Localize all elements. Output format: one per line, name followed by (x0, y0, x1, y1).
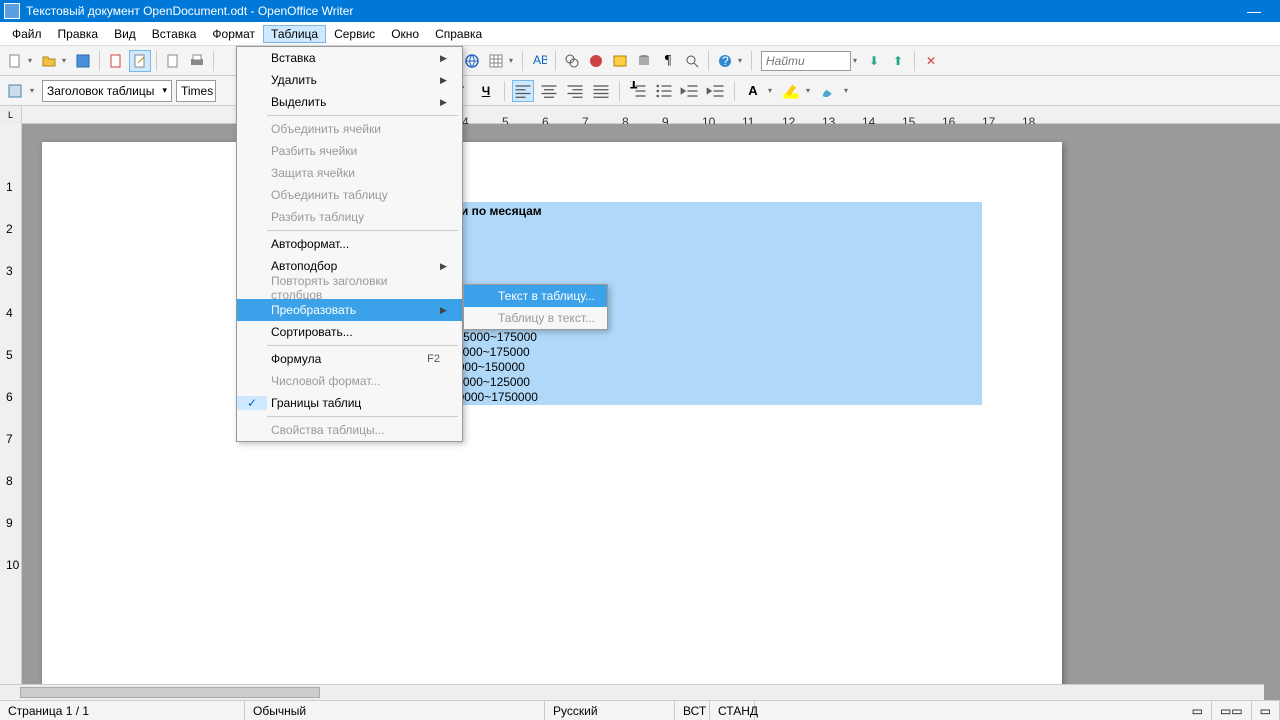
document-page[interactable]: рибыли организации по месяцам Расходы~Пр… (42, 142, 1062, 700)
view-multi-icon[interactable]: ▭▭ (1212, 701, 1252, 720)
menu-item: Защита ячейки (237, 162, 462, 184)
find-next-icon[interactable]: ⬆ (887, 50, 909, 72)
font-name-select[interactable]: Times (176, 80, 216, 102)
convert-submenu[interactable]: Текст в таблицу...Таблицу в текст... (463, 284, 608, 330)
paragraph-style-select[interactable]: Заголовок таблицы▾ (42, 80, 172, 102)
menu-item[interactable]: Выделить▶ (237, 91, 462, 113)
menu-insert[interactable]: Вставка (144, 25, 205, 43)
spellcheck-icon[interactable]: ABC (528, 50, 550, 72)
menu-item: Числовой формат... (237, 370, 462, 392)
menu-item[interactable]: Вставка▶ (237, 47, 462, 69)
menu-tools[interactable]: Сервис (326, 25, 383, 43)
menu-table[interactable]: Таблица (263, 25, 326, 43)
window-title: Текстовый документ OpenDocument.odt - Op… (26, 4, 1232, 18)
workspace: 12345678910 рибыли организации по месяца… (0, 124, 1280, 700)
title-bar: Текстовый документ OpenDocument.odt - Op… (0, 0, 1280, 22)
svg-text:?: ? (722, 54, 729, 68)
table-insert-icon[interactable] (485, 50, 507, 72)
indent-icon[interactable] (705, 80, 727, 102)
hyperlink-icon[interactable] (461, 50, 483, 72)
view-single-icon[interactable]: ▭ (1184, 701, 1212, 720)
menu-file[interactable]: Файл (4, 25, 50, 43)
view-book-icon[interactable]: ▭ (1252, 701, 1280, 720)
status-selmode[interactable]: СТАНД (710, 701, 755, 720)
style-value: Заголовок таблицы (47, 84, 154, 98)
standard-toolbar: ▾ ▾ ▾ ABC ¶ ?▾ ▾ ⬇ ⬆ ✕ (0, 46, 1280, 76)
font-color-icon[interactable]: A (742, 80, 764, 102)
horizontal-ruler: L 456789101112131415161718 (0, 106, 1280, 124)
horizontal-scrollbar[interactable] (0, 684, 1264, 700)
menu-item: Свойства таблицы... (237, 419, 462, 441)
menu-bar: Файл Правка Вид Вставка Формат Таблица С… (0, 22, 1280, 46)
font-value: Times (181, 84, 213, 98)
minimize-button[interactable]: — (1232, 3, 1276, 19)
export-pdf-icon[interactable] (105, 50, 127, 72)
close-find-icon[interactable]: ✕ (920, 50, 942, 72)
align-left-icon[interactable] (512, 80, 534, 102)
table-dropdown[interactable]: Вставка▶Удалить▶Выделить▶ Объединить ячей… (236, 46, 463, 442)
outdent-icon[interactable] (679, 80, 701, 102)
status-bar: Страница 1 / 1 Обычный Русский ВСТ СТАНД… (0, 700, 1280, 720)
datasource-icon[interactable] (633, 50, 655, 72)
styles-icon[interactable] (4, 80, 26, 102)
menu-view[interactable]: Вид (106, 25, 144, 43)
new-doc-icon[interactable] (4, 50, 26, 72)
status-insert[interactable]: ВСТ (675, 701, 710, 720)
align-right-icon[interactable] (564, 80, 586, 102)
menu-item: Повторять заголовки столбцов (237, 277, 462, 299)
menu-help[interactable]: Справка (427, 25, 490, 43)
menu-item[interactable]: ✓Границы таблиц (237, 392, 462, 414)
menu-edit[interactable]: Правка (50, 25, 107, 43)
gallery-icon[interactable] (609, 50, 631, 72)
bgcolor-icon[interactable] (818, 80, 840, 102)
app-icon (4, 3, 20, 19)
submenu-item[interactable]: Текст в таблицу... (464, 285, 607, 307)
menu-item: Объединить таблицу (237, 184, 462, 206)
menu-item[interactable]: Преобразовать▶ (237, 299, 462, 321)
open-icon[interactable] (38, 50, 60, 72)
underline-button[interactable]: Ч (475, 80, 497, 102)
bullet-list-icon[interactable] (653, 80, 675, 102)
ruler-corner: L (0, 106, 22, 124)
print-icon[interactable] (186, 50, 208, 72)
edit-mode-icon[interactable] (129, 50, 151, 72)
menu-format[interactable]: Формат (204, 25, 263, 43)
align-justify-icon[interactable] (590, 80, 612, 102)
save-icon[interactable] (72, 50, 94, 72)
menu-item: Разбить таблицу (237, 206, 462, 228)
menu-item[interactable]: Автоформат... (237, 233, 462, 255)
menu-item: Объединить ячейки (237, 118, 462, 140)
zoom-icon[interactable] (681, 50, 703, 72)
submenu-item: Таблицу в текст... (464, 307, 607, 329)
vertical-ruler: 12345678910 (0, 124, 22, 700)
menu-item[interactable]: Удалить▶ (237, 69, 462, 91)
format-toolbar: ▾ Заголовок таблицы▾ Times К Ч 1 A▾ ▾ ▾ (0, 76, 1280, 106)
highlight-icon[interactable] (780, 80, 802, 102)
menu-window[interactable]: Окно (383, 25, 427, 43)
status-style[interactable]: Обычный (245, 701, 545, 720)
svg-text:1: 1 (629, 81, 637, 93)
scrollbar-thumb[interactable] (20, 687, 320, 698)
navigator-icon[interactable] (585, 50, 607, 72)
find-prev-icon[interactable]: ⬇ (863, 50, 885, 72)
svg-text:ABC: ABC (533, 53, 547, 67)
find-input[interactable] (761, 51, 851, 71)
status-page: Страница 1 / 1 (0, 701, 245, 720)
menu-item[interactable]: ФормулаF2 (237, 348, 462, 370)
align-center-icon[interactable] (538, 80, 560, 102)
menu-item[interactable]: Сортировать... (237, 321, 462, 343)
status-lang[interactable]: Русский (545, 701, 675, 720)
page-area: рибыли организации по месяцам Расходы~Пр… (22, 124, 1280, 700)
help-icon[interactable]: ? (714, 50, 736, 72)
find-replace-icon[interactable] (561, 50, 583, 72)
numbered-list-icon[interactable]: 1 (627, 80, 649, 102)
print-preview-icon[interactable] (162, 50, 184, 72)
menu-item: Разбить ячейки (237, 140, 462, 162)
nonprinting-icon[interactable]: ¶ (657, 50, 679, 72)
